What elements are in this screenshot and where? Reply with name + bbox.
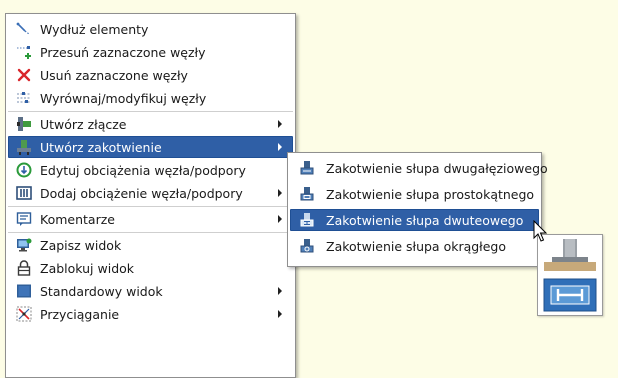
base-plate-icon [15,139,33,155]
submenu-item-round-column-base[interactable]: Zakotwienie słupa okrągłego [290,235,539,257]
menu-item-label: Komentarze [40,211,115,227]
menu-item-label: Wyrównaj/modyfikuj węzły [40,90,207,106]
submenu-arrow-icon [278,143,282,151]
lock-view-icon [15,260,33,276]
menu-item-save-view[interactable]: Zapisz widok [8,234,293,256]
comment-icon [15,211,33,227]
submenu-arrow-icon [278,310,282,318]
menu-item-comments[interactable]: Komentarze [8,208,293,230]
menu-item-lock-view[interactable]: Zablokuj widok [8,257,293,279]
menu-item-snap[interactable]: Przyciąganie [8,303,293,325]
menu-item-delete-nodes[interactable]: Usuń zaznaczone węzły [8,64,293,86]
menu-item-label: Wydłuż elementy [40,21,149,37]
menu-item-label: Zapisz widok [40,237,122,253]
column-base-icon [298,212,316,228]
menu-item-label: Usuń zaznaczone węzły [40,67,188,83]
menu-item-label: Utwórz złącze [40,116,127,132]
menu-item-move-nodes[interactable]: Przesuń zaznaczone węzły [8,41,293,63]
context-menu: Wydłuż elementy Przesuń zaznaczone węzły… [5,13,296,378]
menu-separator [8,111,293,112]
edit-load-icon [15,162,33,178]
menu-separator [8,206,293,207]
menu-separator [8,232,293,233]
submenu-item-label: Zakotwienie słupa prostokątnego [326,186,535,202]
align-nodes-icon [15,90,33,106]
submenu-item-label: Zakotwienie słupa dwugałęziowego [326,160,548,176]
menu-item-align-nodes[interactable]: Wyrównaj/modyfikuj węzły [8,87,293,109]
delete-nodes-icon [15,67,33,83]
column-base-icon [298,186,316,202]
mouse-cursor-icon [533,220,548,242]
column-base-icon [298,238,316,254]
menu-item-label: Standardowy widok [40,283,163,299]
add-load-icon [15,185,33,201]
column-base-icon [298,160,316,176]
move-nodes-icon [15,44,33,60]
menu-item-add-load[interactable]: Dodaj obciążenie węzła/podpory [8,182,293,204]
menu-item-label: Przesuń zaznaczone węzły [40,44,206,60]
menu-item-label: Dodaj obciążenie węzła/podpory [40,185,243,201]
snap-icon [15,306,33,322]
submenu-item-label: Zakotwienie słupa dwuteowego [326,212,524,228]
submenu-item-rectangular-column-base[interactable]: Zakotwienie słupa prostokątnego [290,183,539,205]
submenu-item-label: Zakotwienie słupa okrągłego [326,238,507,254]
submenu-arrow-icon [278,287,282,295]
submenu-arrow-icon [278,189,282,197]
menu-item-label: Edytuj obciążenia węzła/podpory [40,162,246,178]
menu-item-label: Zablokuj widok [40,260,135,276]
menu-item-label: Utwórz zakotwienie [40,139,162,155]
extend-elements-icon [15,21,33,37]
submenu-arrow-icon [278,215,282,223]
base-plate-preview-image [537,234,603,316]
menu-item-extend-elements[interactable]: Wydłuż elementy [8,18,293,40]
menu-item-label: Przyciąganie [40,306,120,322]
menu-item-create-base-plate[interactable]: Utwórz zakotwienie [8,136,293,158]
base-plate-submenu: Zakotwienie słupa dwugałęziowego Zakotwi… [287,152,548,267]
submenu-item-double-branch-column-base[interactable]: Zakotwienie słupa dwugałęziowego [290,157,548,179]
menu-item-edit-load[interactable]: Edytuj obciążenia węzła/podpory [8,159,293,181]
submenu-arrow-icon [278,120,282,128]
save-view-icon [15,237,33,253]
menu-item-create-connection[interactable]: Utwórz złącze [8,113,293,135]
menu-item-standard-view[interactable]: Standardowy widok [8,280,293,302]
submenu-item-i-section-column-base[interactable]: Zakotwienie słupa dwuteowego [290,209,539,231]
standard-view-icon [15,283,33,299]
connection-icon [15,116,33,132]
